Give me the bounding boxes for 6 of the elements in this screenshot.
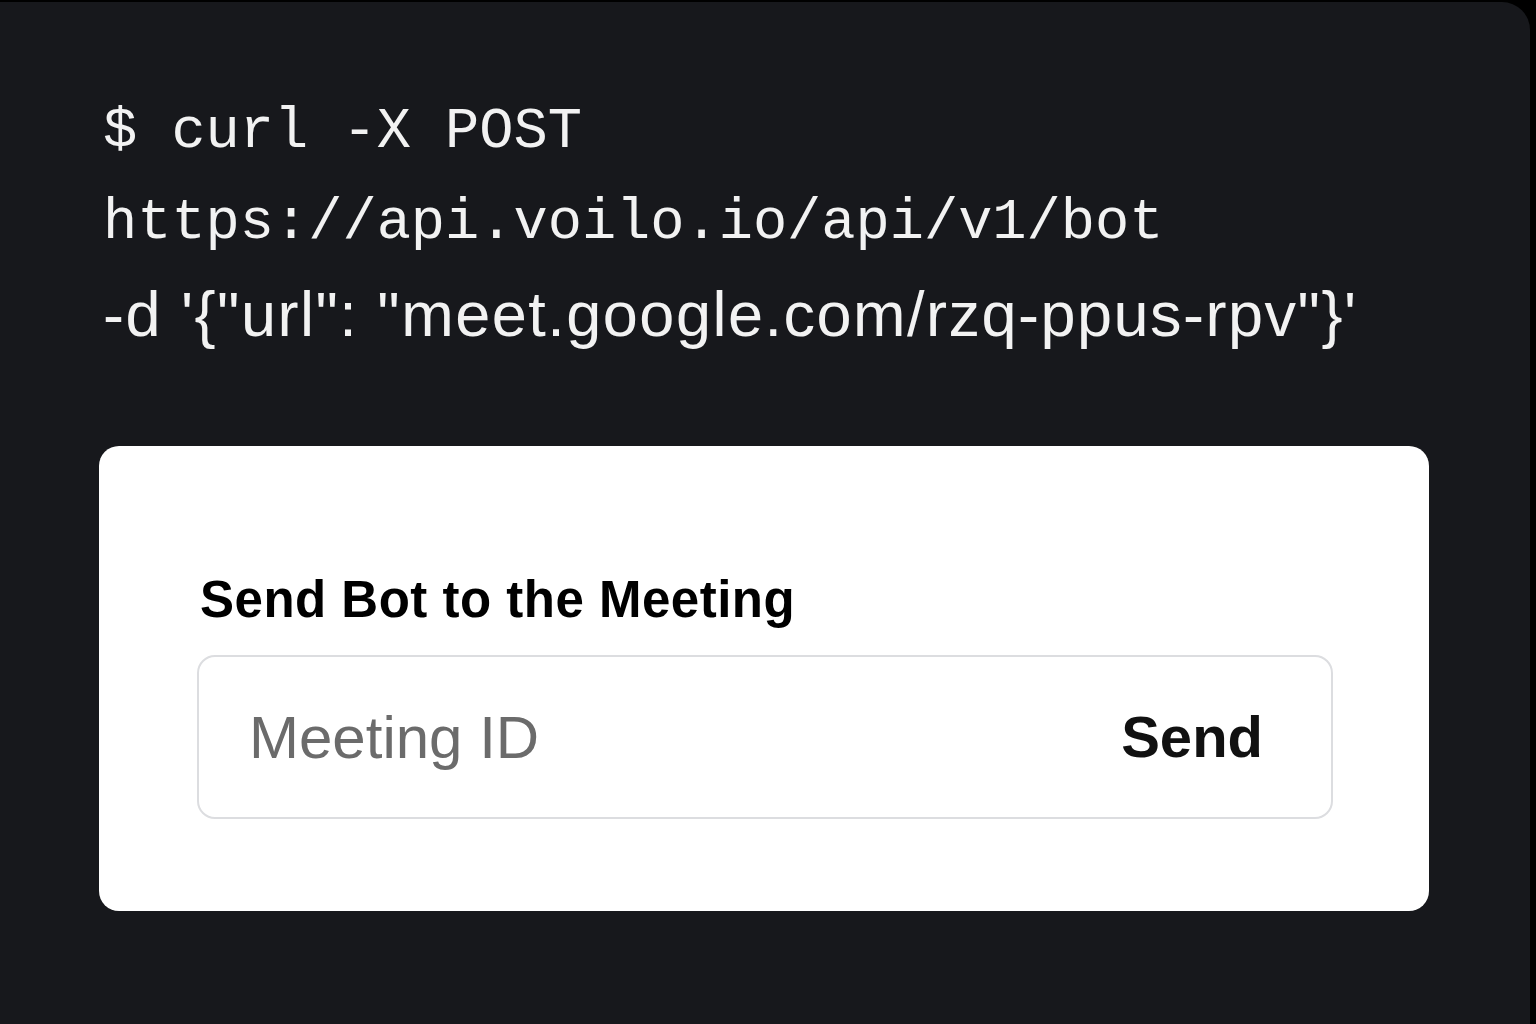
- meeting-id-field[interactable]: Meeting ID Send: [197, 655, 1333, 819]
- send-button[interactable]: Send: [1121, 698, 1263, 776]
- code-line: $ curl -X POST: [103, 99, 582, 166]
- code-line: -d '{"url": "meet.google.com/rzq-ppus-rpv"}': [103, 278, 1358, 351]
- code-line: https://api.voilo.io/api/v1/bot: [103, 190, 1164, 257]
- card-title: Send Bot to the Meeting: [199, 571, 796, 629]
